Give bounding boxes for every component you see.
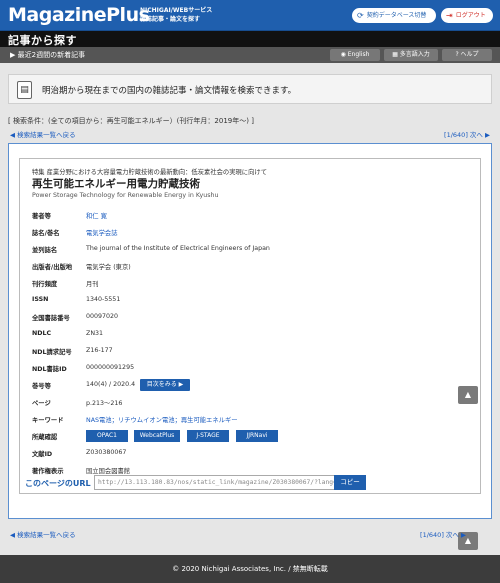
field-value: 1340-5551 [86,296,121,303]
nav-bar: ▶ 最近2週間の新着記事 ◉ English ▦ 多言語入力 ? ヘルプ [0,47,500,63]
back-to-list-label: 検索結果一覧へ戻る [17,131,76,139]
field-label: ISSN [32,296,49,303]
field-label: 出版者/出版地 [32,264,73,271]
page-url-bar: このページのURL http://13.113.180.83/nos/stati… [21,474,481,492]
webcatplus-button[interactable]: WebcatPlus [134,430,180,442]
field-value: 00097020 [86,313,119,320]
logout-icon: ⇥ [446,11,453,20]
help-label: ヘルプ [460,51,479,58]
field-value: Z030380067 [86,449,127,456]
page-title: 記事から探す [8,34,77,47]
field-label: 文献ID [32,451,53,458]
journal-link[interactable]: 電気学会誌 [86,230,117,237]
refresh-icon: ⟳ [357,11,364,20]
search-condition: [ 検索条件：(全ての項目から：再生可能エネルギー）(刊行年月：2019年～) … [8,117,254,125]
jjrnavi-button[interactable]: JJRNavi [236,430,278,442]
view-toc-button[interactable]: 目次をみる ▶ [140,379,190,391]
english-button[interactable]: ◉ English [330,49,380,61]
author-link[interactable]: 和仁 寛 [86,213,107,220]
help-icon: ? [455,51,459,58]
multilang-input-button[interactable]: ▦ 多言語入力 [384,49,438,61]
tagline: 雑誌記事・論文を探す [140,16,201,23]
field-label: NDL請求記号 [32,349,72,356]
field-value: ZN31 [86,330,104,337]
article-card: 特集 産業分野における大容量電力貯蔵技術の最新動向：低炭素社会の実現に向けて 再… [19,158,481,494]
recent-articles-link[interactable]: ▶ 最近2週間の新着記事 [10,50,85,60]
field-label: NDLC [32,330,52,337]
article-title: 再生可能エネルギー用電力貯蔵技術 [32,178,200,190]
pager-label: [1/640] 次へ [444,131,483,139]
page-url-label: このページのURL [25,479,91,488]
english-label: English [347,51,370,58]
page-title-bar: 記事から探す [0,31,500,47]
field-label: 著者等 [32,213,51,220]
field-label: 所蔵確認 [32,434,58,441]
site-header: MagazinePlus NICHIGAI/WEBサービス 雑誌記事・論文を探す… [0,0,500,31]
field-label: 誌名/巻名 [32,230,60,237]
service-name: NICHIGAI/WEBサービス [140,7,213,14]
field-label: ページ [32,400,51,407]
arrow-right-icon: ▶ [485,131,490,139]
globe-icon: ◉ [340,51,346,58]
back-to-list-link-top[interactable]: ◀ 検索結果一覧へ戻る [10,129,76,139]
play-arrow-icon: ▶ [10,51,16,59]
jstage-button[interactable]: J-STAGE [187,430,229,442]
field-label: 刊行頻度 [32,281,58,288]
logo-tagline: NICHIGAI/WEBサービス 雑誌記事・論文を探す [140,6,212,24]
page-url-field[interactable]: http://13.113.180.83/nos/static_link/mag… [94,475,364,490]
pager-next-top[interactable]: [1/640] 次へ ▶ [444,129,490,139]
logo[interactable]: MagazinePlus [8,4,150,26]
keyboard-icon: ▦ [392,51,398,58]
intro-box: ▤ 明治期から現在までの国内の雑誌記事・論文情報を検索できます。 [8,74,492,104]
back-to-list-label: 検索結果一覧へ戻る [17,531,76,539]
switch-database-button[interactable]: ⟳ 契約データベース切替 [352,8,436,23]
field-value: 月刊 [86,281,99,288]
copy-url-button[interactable]: コピー [334,475,366,490]
scroll-to-top-button[interactable]: ▲ [458,386,478,404]
field-value: 140(4) / 2020.4 [86,381,136,388]
logout-label: ログアウト [455,12,486,19]
multilang-label: 多言語入力 [399,51,430,58]
switch-database-label: 契約データベース切替 [366,12,427,19]
field-value: The journal of the Institute of Electric… [86,245,270,252]
arrow-left-icon: ◀ [10,131,15,139]
intro-text: 明治期から現在までの国内の雑誌記事・論文情報を検索できます。 [42,86,297,96]
pager-label: [1/640] 次へ [420,531,459,539]
pager-next-bottom[interactable]: [1/640] 次へ ▶ [420,529,466,539]
footer-copyright: © 2020 Nichigai Associates, Inc. / 禁無断転載 [0,555,500,583]
article-title-en: Power Storage Technology for Renewable E… [32,192,219,199]
field-label: 並列誌名 [32,247,58,254]
field-label: キーワード [32,417,64,424]
opac-button[interactable]: OPAC1 [86,430,128,442]
field-value: 000000091295 [86,364,135,371]
back-to-list-link-bottom[interactable]: ◀ 検索結果一覧へ戻る [10,529,76,539]
arrow-left-icon: ◀ [10,531,15,539]
field-label: 全国書誌番号 [32,315,70,322]
document-icon: ▤ [17,81,32,99]
arrow-right-icon: ▶ [461,531,466,539]
field-label: NDL書誌ID [32,366,67,373]
detail-panel: 特集 産業分野における大容量電力貯蔵技術の最新動向：低炭素社会の実現に向けて 再… [8,143,492,519]
field-value: 電気学会 (東京) [86,264,131,271]
arrow-up-icon: ▲ [464,390,472,399]
field-value: p.213～216 [86,400,123,407]
field-label: 巻号等 [32,383,51,390]
logout-button[interactable]: ⇥ ログアウト [441,8,493,23]
help-button[interactable]: ? ヘルプ [442,49,492,61]
article-lead: 特集 産業分野における大容量電力貯蔵技術の最新動向：低炭素社会の実現に向けて [32,169,267,176]
keyword-links[interactable]: NAS電池；リチウムイオン電池；再生可能エネルギー [86,417,238,424]
recent-articles-label: 最近2週間の新着記事 [17,51,86,59]
field-value: Z16-177 [86,347,113,354]
